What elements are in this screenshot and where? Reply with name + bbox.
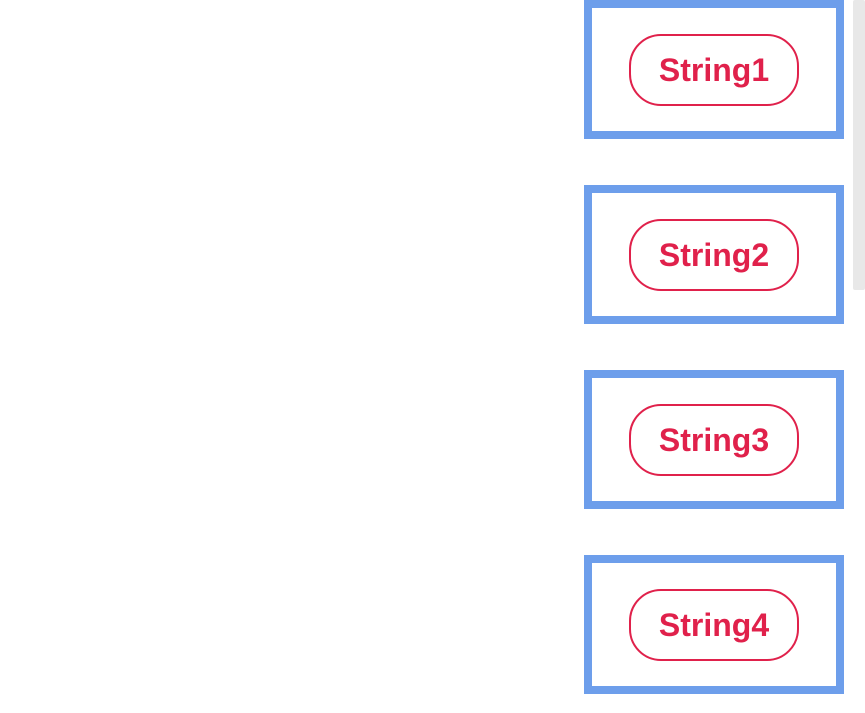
card-2: String2 bbox=[584, 185, 844, 324]
pill-2[interactable]: String2 bbox=[629, 219, 799, 291]
pill-3[interactable]: String3 bbox=[629, 404, 799, 476]
pill-4[interactable]: String4 bbox=[629, 589, 799, 661]
card-column: String1 String2 String3 String4 bbox=[584, 0, 844, 694]
pill-label: String2 bbox=[659, 239, 769, 271]
pill-label: String4 bbox=[659, 609, 769, 641]
card-1: String1 bbox=[584, 0, 844, 139]
pill-label: String1 bbox=[659, 54, 769, 86]
card-4: String4 bbox=[584, 555, 844, 694]
card-3: String3 bbox=[584, 370, 844, 509]
pill-1[interactable]: String1 bbox=[629, 34, 799, 106]
pill-label: String3 bbox=[659, 424, 769, 456]
scrollbar-track[interactable] bbox=[853, 0, 865, 290]
